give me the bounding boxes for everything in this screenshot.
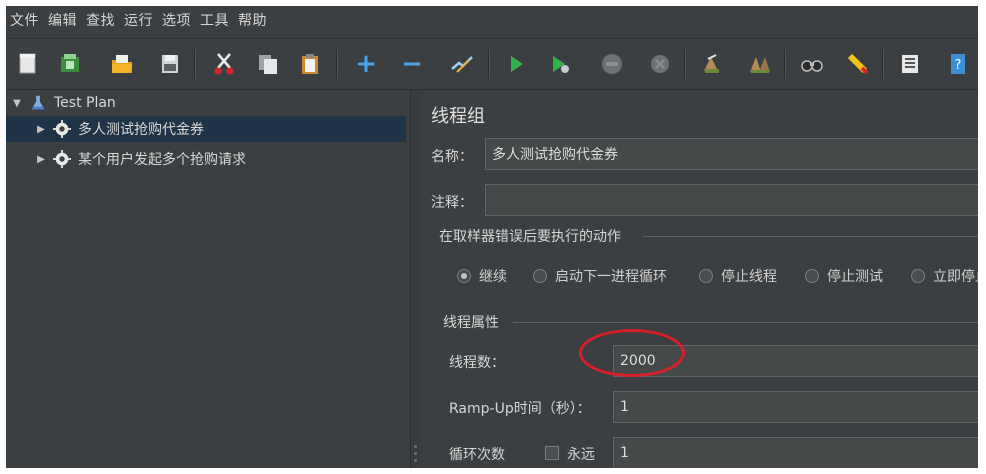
new-icon[interactable] bbox=[12, 48, 44, 80]
toolbar: + − ? bbox=[6, 38, 978, 90]
clear-all-icon[interactable] bbox=[744, 48, 776, 80]
expand-arrow-icon[interactable]: ▶ bbox=[34, 154, 48, 165]
cut-icon[interactable] bbox=[208, 48, 240, 80]
tree-label: Test Plan bbox=[54, 95, 116, 111]
radio-label: 停止测试 bbox=[827, 269, 883, 285]
jmeter-window: 文件 编辑 查找 运行 选项 工具 帮助 + − ? ▼ Test Plan ▶… bbox=[6, 6, 978, 468]
radio-label: 立即停止 bbox=[933, 269, 978, 285]
toolbar-separator bbox=[882, 49, 884, 79]
toolbar-separator bbox=[488, 49, 490, 79]
menu-search[interactable]: 查找 bbox=[82, 10, 120, 30]
thread-group-panel: 线程组 名称： 多人测试抢购代金券 注释： 在取样器错误后要执行的动作 继续 启… bbox=[421, 90, 978, 468]
search-icon[interactable] bbox=[796, 48, 828, 80]
highlight-annotation-oval bbox=[579, 329, 685, 377]
tree-item-test-plan[interactable]: ▼ Test Plan bbox=[6, 90, 410, 116]
comment-label: 注释： bbox=[431, 195, 473, 211]
threads-label: 线程数： bbox=[449, 355, 505, 371]
radio-start-next-loop[interactable]: 启动下一进程循环 bbox=[533, 266, 667, 286]
tree-label: 某个用户发起多个抢购请求 bbox=[78, 152, 246, 168]
name-label: 名称： bbox=[431, 149, 473, 165]
radio-stop-test[interactable]: 停止测试 bbox=[805, 266, 883, 286]
expand-arrow-icon[interactable]: ▶ bbox=[34, 124, 48, 135]
stop-icon[interactable] bbox=[596, 48, 628, 80]
radio-continue[interactable]: 继续 bbox=[457, 266, 507, 286]
menu-tools[interactable]: 工具 bbox=[196, 10, 234, 30]
group-border bbox=[513, 322, 978, 323]
paste-icon[interactable] bbox=[294, 48, 326, 80]
menu-run[interactable]: 运行 bbox=[120, 10, 158, 30]
toolbar-separator bbox=[194, 49, 196, 79]
radio-icon bbox=[533, 269, 547, 283]
forever-label: 永远 bbox=[567, 447, 595, 463]
expand-icon[interactable]: + bbox=[350, 48, 382, 80]
name-value: 多人测试抢购代金券 bbox=[492, 147, 618, 163]
splitter-grip bbox=[414, 452, 417, 455]
menu-bar: 文件 编辑 查找 运行 选项 工具 帮助 bbox=[6, 6, 978, 34]
forever-checkbox[interactable] bbox=[545, 446, 559, 460]
error-action-group-title: 在取样器错误后要执行的动作 bbox=[439, 229, 621, 245]
function-helper-icon[interactable] bbox=[894, 48, 926, 80]
tree-label: 多人测试抢购代金券 bbox=[78, 122, 204, 138]
splitter-grip bbox=[414, 445, 417, 448]
radio-icon bbox=[699, 269, 713, 283]
templates-icon[interactable] bbox=[54, 48, 86, 80]
help-icon[interactable]: ? bbox=[942, 48, 974, 80]
tree-item-thread-group-1[interactable]: ▶ 多人测试抢购代金券 bbox=[6, 116, 406, 142]
radio-selected-icon bbox=[457, 269, 471, 283]
open-icon[interactable] bbox=[106, 48, 138, 80]
menu-edit[interactable]: 编辑 bbox=[44, 10, 82, 30]
rampup-field[interactable]: 1 bbox=[613, 391, 978, 423]
rampup-label: Ramp-Up时间（秒）： bbox=[449, 401, 591, 417]
radio-icon bbox=[911, 269, 925, 283]
toolbar-separator bbox=[684, 49, 686, 79]
collapse-arrow-icon[interactable]: ▼ bbox=[10, 98, 24, 109]
group-border bbox=[643, 236, 978, 237]
svg-text:?: ? bbox=[955, 58, 962, 73]
flask-icon bbox=[28, 93, 48, 113]
radio-stop-now[interactable]: 立即停止 bbox=[911, 266, 978, 286]
toggle-icon[interactable] bbox=[446, 48, 478, 80]
toolbar-separator bbox=[784, 49, 786, 79]
minus-glyph: − bbox=[401, 49, 423, 79]
collapse-icon[interactable]: − bbox=[396, 48, 428, 80]
copy-icon[interactable] bbox=[252, 48, 284, 80]
thread-properties-title: 线程属性 bbox=[443, 315, 499, 331]
splitter-grip bbox=[414, 459, 417, 462]
reset-search-icon[interactable] bbox=[842, 48, 874, 80]
radio-label: 继续 bbox=[479, 269, 507, 285]
rampup-value: 1 bbox=[620, 399, 629, 415]
test-plan-tree: ▼ Test Plan ▶ 多人测试抢购代金券 ▶ 某个用户发起多个抢购请求 bbox=[6, 90, 410, 468]
radio-label: 停止线程 bbox=[721, 269, 777, 285]
save-icon[interactable] bbox=[154, 48, 186, 80]
menu-file[interactable]: 文件 bbox=[6, 10, 44, 30]
loop-count-value: 1 bbox=[620, 445, 629, 461]
comment-field[interactable] bbox=[485, 184, 978, 216]
radio-icon bbox=[805, 269, 819, 283]
clear-icon[interactable] bbox=[696, 48, 728, 80]
menu-help[interactable]: 帮助 bbox=[234, 10, 272, 30]
tree-item-thread-group-2[interactable]: ▶ 某个用户发起多个抢购请求 bbox=[6, 146, 410, 172]
watermark: CSDN @不要迷恋发哥 bbox=[778, 448, 941, 467]
name-field[interactable]: 多人测试抢购代金券 bbox=[485, 138, 978, 170]
start-icon[interactable] bbox=[500, 48, 532, 80]
gear-icon bbox=[52, 119, 72, 139]
plus-glyph: + bbox=[355, 49, 377, 79]
radio-label: 启动下一进程循环 bbox=[555, 269, 667, 285]
loop-count-label: 循环次数 bbox=[449, 447, 505, 463]
shutdown-icon[interactable] bbox=[644, 48, 676, 80]
toolbar-separator bbox=[336, 49, 338, 79]
start-no-pause-icon[interactable] bbox=[544, 48, 576, 80]
menu-options[interactable]: 选项 bbox=[158, 10, 196, 30]
gear-icon bbox=[52, 149, 72, 169]
panel-title: 线程组 bbox=[431, 106, 485, 127]
radio-stop-thread[interactable]: 停止线程 bbox=[699, 266, 777, 286]
